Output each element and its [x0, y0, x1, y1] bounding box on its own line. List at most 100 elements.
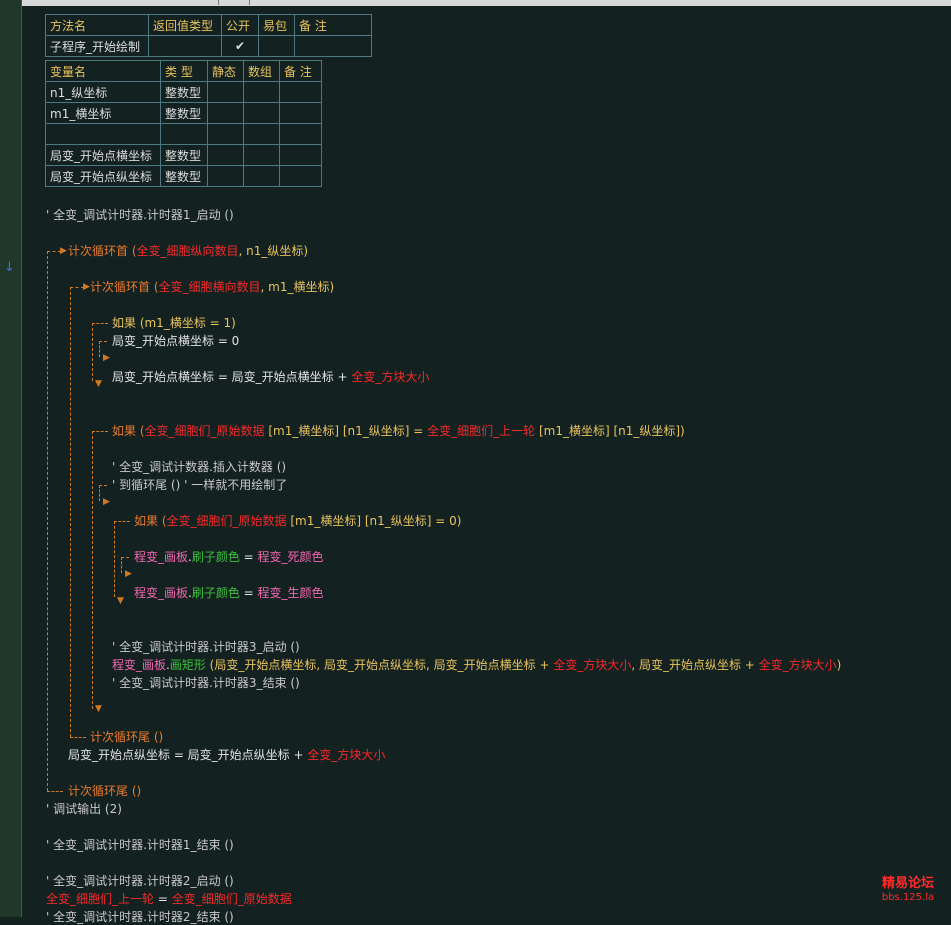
code-line[interactable]: 程变_画板.刷子颜色 = 程变_死颜色	[134, 549, 324, 565]
outer-loop-connector	[47, 791, 63, 792]
outer-loop-connector	[47, 251, 48, 791]
code-line[interactable]: 程变_画板.刷子颜色 = 程变_生颜色	[134, 585, 324, 601]
line-gutter[interactable]	[0, 0, 21, 917]
if-connector	[99, 341, 107, 342]
loop-end-keyword: 计次循环尾 ()	[90, 730, 164, 744]
var-type-cell[interactable]	[160, 123, 208, 145]
arrow-right-icon: ▶	[103, 353, 110, 363]
header-method-name: 方法名	[45, 14, 149, 36]
header-static: 静态	[207, 60, 244, 82]
var-array-cell[interactable]	[243, 102, 280, 124]
header-var-type: 类 型	[160, 60, 208, 82]
global-var: 全变_细胞们_上一轮	[427, 424, 536, 438]
top-scrollbar[interactable]	[0, 0, 951, 6]
code-line[interactable]: 计次循环尾 ()	[68, 783, 141, 799]
code-line[interactable]: 局变_开始点纵坐标 = 局变_开始点纵坐标 + 全变_方块大小	[68, 747, 385, 763]
args-text: , 局变_开始点纵坐标 +	[631, 658, 759, 672]
var-type-cell[interactable]: 整数型	[160, 165, 208, 187]
var-static-cell[interactable]	[207, 102, 244, 124]
comment-text: ' 到循环尾 () ' 一样就不用绘制了	[112, 478, 288, 492]
var-static-cell[interactable]	[207, 165, 244, 187]
var-note-cell[interactable]	[279, 81, 322, 103]
code-line[interactable]: ' 到循环尾 () ' 一样就不用绘制了	[112, 477, 287, 493]
global-var: 全变_细胞们_上一轮	[46, 892, 155, 906]
program-var: 程变_画板	[134, 550, 189, 564]
property-name: 刷子颜色	[191, 550, 240, 564]
comment-text: ' 全变_调试计时器.计时器3_启动 ()	[112, 640, 300, 654]
code-line[interactable]: 计次循环首 (全变_细胞横向数目, m1_横坐标)	[90, 279, 334, 295]
inner-loop-connector	[70, 737, 86, 738]
code-line[interactable]: ' 全变_调试计时器.计时器3_启动 ()	[112, 639, 300, 655]
method-name: 画矩形	[169, 658, 206, 672]
var-note-cell[interactable]	[279, 123, 322, 145]
var-array-cell[interactable]	[243, 165, 280, 187]
var-name-cell[interactable]: 局变_开始点纵坐标	[45, 165, 161, 187]
top-segment	[219, 0, 250, 5]
index-text: [m1_横坐标] [n1_纵坐标])	[535, 424, 685, 438]
code-line[interactable]: 如果 (全变_细胞们_原始数据 [m1_横坐标] [n1_纵坐标] = 0)	[134, 513, 461, 529]
arrow-down-icon: ▼	[95, 704, 102, 714]
table-row[interactable]	[45, 123, 322, 145]
code-line[interactable]: 局变_开始点横坐标 = 0	[112, 333, 239, 349]
var-static-cell[interactable]	[207, 81, 244, 103]
var-type-cell[interactable]: 整数型	[160, 102, 208, 124]
if-connector	[99, 341, 100, 357]
var-name-cell[interactable]	[45, 123, 161, 145]
return-type-cell[interactable]	[148, 35, 222, 57]
arrow-right-icon: ▶	[125, 569, 132, 579]
code-line[interactable]: 计次循环尾 ()	[90, 729, 163, 745]
code-line[interactable]: ' 全变_调试计时器.计时器1_结束 ()	[46, 837, 234, 853]
code-line[interactable]: ' 全变_调试计时器.计时器2_启动 ()	[46, 873, 234, 889]
code-line[interactable]: ' 全变_调试计时器.计时器1_启动 ()	[46, 207, 234, 223]
gutter-divider	[21, 0, 22, 917]
var-name-cell[interactable]: 局变_开始点横坐标	[45, 144, 161, 166]
var-note-cell[interactable]	[279, 144, 322, 166]
if-connector	[92, 323, 108, 324]
code-line[interactable]: 如果 (m1_横坐标 = 1)	[112, 315, 236, 331]
table-row[interactable]: 局变_开始点横坐标 整数型	[45, 144, 322, 166]
comment-text: ' 全变_调试计数器.插入计数器 ()	[112, 460, 287, 474]
method-name-cell[interactable]: 子程序_开始绘制	[45, 35, 149, 57]
var-type-cell[interactable]: 整数型	[160, 81, 208, 103]
easy-pkg-cell[interactable]	[258, 35, 295, 57]
header-var-note: 备 注	[279, 60, 322, 82]
global-var: 全变_细胞们_原始数据	[166, 514, 287, 528]
global-var: 全变_方块大小	[553, 658, 632, 672]
var-array-cell[interactable]	[243, 144, 280, 166]
comment-text: ' 全变_调试计时器.计时器2_结束 ()	[46, 910, 234, 924]
public-check-icon[interactable]: ✔	[221, 35, 259, 57]
var-static-cell[interactable]	[207, 144, 244, 166]
var-name-cell[interactable]: n1_纵坐标	[45, 81, 161, 103]
property-name: 刷子颜色	[191, 586, 240, 600]
code-line[interactable]: 如果 (全变_细胞们_原始数据 [m1_横坐标] [n1_纵坐标] = 全变_细…	[112, 423, 685, 439]
var-name-cell[interactable]: m1_横坐标	[45, 102, 161, 124]
comment-text: ' 全变_调试计时器.计时器1_启动 ()	[46, 208, 234, 222]
var-note-cell[interactable]	[279, 165, 322, 187]
table-row[interactable]: n1_纵坐标 整数型	[45, 81, 322, 103]
code-line[interactable]: ' 全变_调试计时器.计时器3_结束 ()	[112, 675, 300, 691]
var-type-cell[interactable]: 整数型	[160, 144, 208, 166]
code-line[interactable]: 全变_细胞们_上一轮 = 全变_细胞们_原始数据	[46, 891, 292, 907]
var-array-cell[interactable]	[243, 123, 280, 145]
comment-text: ' 全变_调试计时器.计时器2_启动 ()	[46, 874, 234, 888]
code-line[interactable]: ' 全变_调试计数器.插入计数器 ()	[112, 459, 286, 475]
table-row[interactable]: m1_横坐标 整数型	[45, 102, 322, 124]
code-line[interactable]: 程变_画板.画矩形 (局变_开始点横坐标, 局变_开始点纵坐标, 局变_开始点横…	[112, 657, 841, 673]
forum-watermark: 精易论坛 bbs.125.la	[876, 876, 940, 904]
var-array-cell[interactable]	[243, 81, 280, 103]
code-line[interactable]: 计次循环首 (全变_细胞纵向数目, n1_纵坐标)	[68, 243, 308, 259]
if-connector	[99, 485, 107, 486]
method-table: 方法名 返回值类型 公开 易包 备 注 子程序_开始绘制 ✔	[45, 14, 372, 57]
code-line[interactable]: 局变_开始点横坐标 = 局变_开始点横坐标 + 全变_方块大小	[112, 369, 429, 385]
note-cell[interactable]	[294, 35, 372, 57]
var-static-cell[interactable]	[207, 123, 244, 145]
code-line[interactable]: ' 全变_调试计时器.计时器2_结束 ()	[46, 909, 234, 925]
table-row[interactable]: 局变_开始点纵坐标 整数型	[45, 165, 322, 187]
var-note-cell[interactable]	[279, 102, 322, 124]
program-var: 程变_画板	[112, 658, 167, 672]
variable-table: 变量名 类 型 静态 数组 备 注 n1_纵坐标 整数型 m1_横坐标 整数型 …	[45, 60, 322, 187]
loop-keyword: 计次循环首 (	[68, 244, 137, 258]
args-text: )	[836, 658, 842, 672]
code-line[interactable]: ' 调试输出 (2)	[46, 801, 122, 817]
loop-end-keyword: 计次循环尾 ()	[68, 784, 142, 798]
